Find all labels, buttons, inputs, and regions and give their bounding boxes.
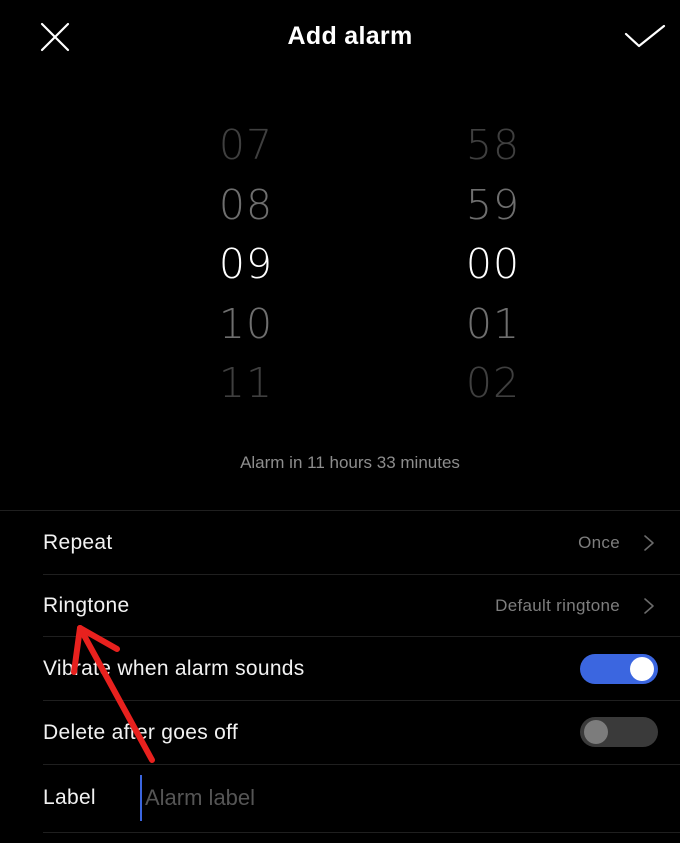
minute-option[interactable]: 01 (418, 295, 568, 355)
minute-picker[interactable]: 58 59 00 01 02 (418, 116, 568, 414)
repeat-value: Once (578, 533, 620, 552)
ringtone-value: Default ringtone (495, 596, 620, 615)
app-header: Add alarm (0, 0, 680, 76)
toggle-knob (630, 657, 654, 681)
alarm-label-input[interactable] (140, 775, 625, 821)
minute-option[interactable]: 59 (418, 176, 568, 236)
delete-after-row: Delete after goes off (0, 702, 680, 764)
alarm-countdown-text: Alarm in 11 hours 33 minutes (240, 453, 460, 472)
label-field-label: Label (43, 786, 96, 809)
ringtone-row[interactable]: Ringtone Default ringtone (0, 575, 680, 637)
vibrate-toggle[interactable] (580, 654, 658, 684)
hour-option[interactable]: 08 (171, 176, 321, 236)
delete-after-label: Delete after goes off (43, 721, 239, 744)
vibrate-row: Vibrate when alarm sounds (0, 638, 680, 700)
toggle-knob (584, 720, 608, 744)
chevron-right-icon (644, 598, 654, 614)
hour-option[interactable]: 07 (171, 116, 321, 176)
selected-minute[interactable]: 00 (418, 235, 568, 295)
ringtone-label: Ringtone (43, 594, 130, 617)
check-icon (624, 24, 666, 48)
hour-picker[interactable]: 07 08 09 10 11 (171, 116, 321, 414)
page-title: Add alarm (287, 22, 413, 50)
confirm-button[interactable] (622, 18, 668, 56)
vibrate-label: Vibrate when alarm sounds (43, 657, 305, 680)
minute-option[interactable]: 58 (418, 116, 568, 176)
divider (43, 832, 680, 833)
divider (43, 764, 680, 765)
minute-option[interactable]: 02 (418, 354, 568, 414)
repeat-label: Repeat (43, 531, 113, 554)
repeat-row[interactable]: Repeat Once (0, 512, 680, 574)
divider (43, 636, 680, 637)
selected-hour[interactable]: 09 (171, 235, 321, 295)
hour-option[interactable]: 11 (171, 354, 321, 414)
delete-after-toggle[interactable] (580, 717, 658, 747)
divider (43, 700, 680, 701)
chevron-right-icon (644, 535, 654, 551)
divider (0, 510, 680, 511)
hour-option[interactable]: 10 (171, 295, 321, 355)
